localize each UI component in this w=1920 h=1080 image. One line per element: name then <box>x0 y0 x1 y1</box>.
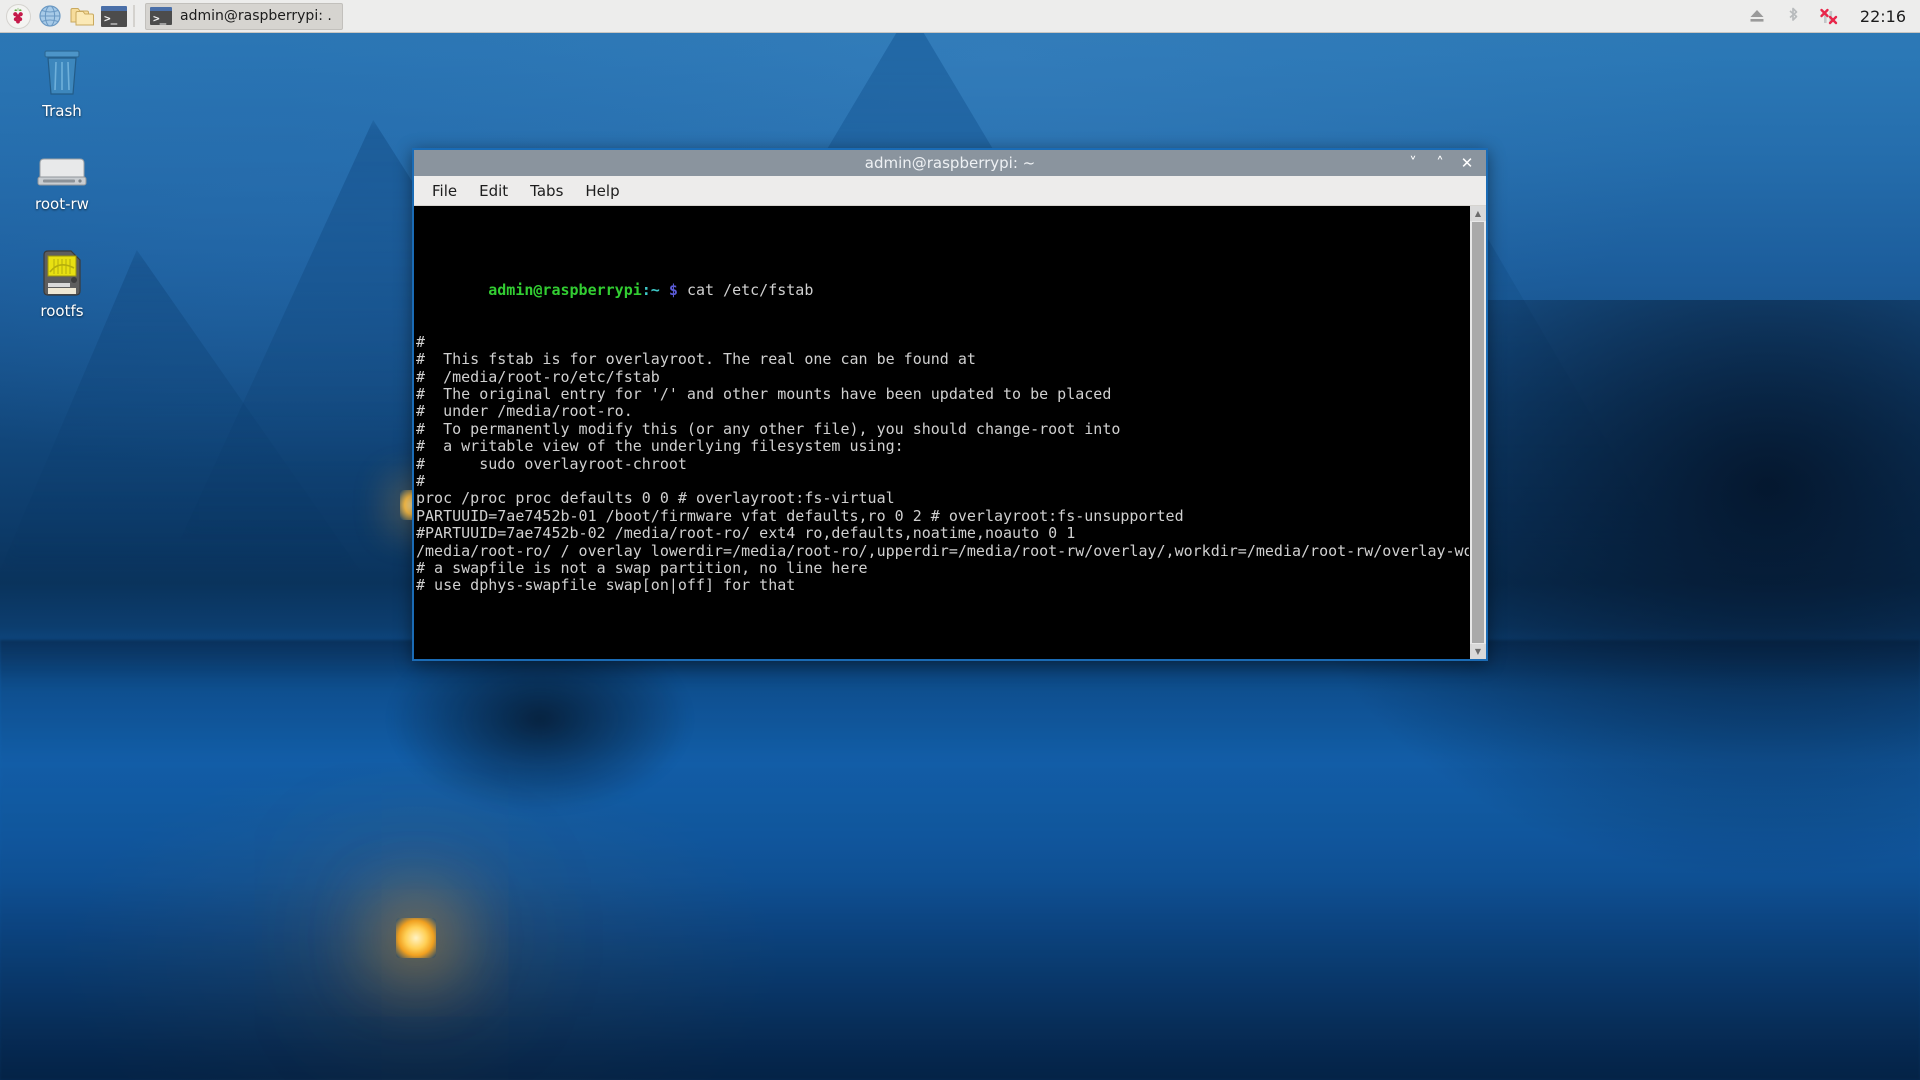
desktop-icon-label: root-rw <box>35 195 89 213</box>
taskbar-window-button[interactable]: admin@raspberrypi: . <box>145 2 343 30</box>
terminal-output-line: PARTUUID=7ae7452b-01 /boot/firmware vfat… <box>416 506 1184 525</box>
eject-icon[interactable] <box>1746 5 1768 27</box>
desktop-icon-root-rw[interactable]: root-rw <box>12 155 112 213</box>
menu-file[interactable]: File <box>422 179 467 203</box>
desktop-icon-trash[interactable]: Trash <box>12 48 112 120</box>
raspberry-icon <box>5 3 31 29</box>
close-button[interactable]: ✕ <box>1460 155 1474 171</box>
desktop-icon-label: rootfs <box>40 302 84 320</box>
maximize-button[interactable]: ˄ <box>1433 155 1447 171</box>
terminal-screen[interactable]: admin@raspberrypi:~ $ cat /etc/fstab # # … <box>414 206 1469 659</box>
terminal-output-line: # <box>416 332 426 351</box>
prompt-path: :~ <box>641 280 660 299</box>
sdcard-icon <box>41 250 83 296</box>
terminal-prompt-line-active: admin@raspberrypi:~ $ <box>416 647 1469 659</box>
terminal-output-line: # To permanently modify this (or any oth… <box>416 419 1121 438</box>
scroll-up-button[interactable]: ▲ <box>1470 206 1486 221</box>
bluetooth-icon[interactable] <box>1782 5 1804 27</box>
trash-icon <box>39 48 85 96</box>
web-browser-button[interactable] <box>35 1 65 31</box>
terminal-output-line: proc /proc proc defaults 0 0 # overlayro… <box>416 489 895 508</box>
terminal-output-line: # This fstab is for overlayroot. The rea… <box>416 350 976 369</box>
terminal-launcher-button[interactable] <box>99 1 129 31</box>
terminal-output-line: # The original entry for '/' and other m… <box>416 385 1112 403</box>
prompt-symbol: $ <box>668 280 678 299</box>
raspberry-menu-button[interactable] <box>3 1 33 31</box>
terminal-scrollbar[interactable]: ▲ ▼ <box>1469 206 1486 659</box>
minimize-button[interactable]: ˅ <box>1406 155 1420 171</box>
terminal-output-line: # sudo overlayroot-chroot <box>416 454 687 473</box>
desktop-icon-rootfs[interactable]: rootfs <box>12 250 112 320</box>
file-manager-button[interactable] <box>67 1 97 31</box>
taskbar-separator <box>133 5 135 27</box>
network-icon[interactable] <box>1818 5 1840 27</box>
terminal-output-line: # a swapfile is not a swap partition, no… <box>416 558 868 577</box>
scrollbar-thumb[interactable] <box>1472 222 1484 643</box>
lantern-light <box>396 918 436 958</box>
terminal-output-line: #PARTUUID=7ae7452b-02 /media/root-ro/ ex… <box>416 524 1076 543</box>
terminal-icon <box>150 7 172 25</box>
launcher-bar <box>0 1 129 31</box>
terminal-output-line: # a writable view of the underlying file… <box>416 437 904 456</box>
desktop-icon-label: Trash <box>42 102 82 120</box>
terminal-window[interactable]: admin@raspberrypi: ~ ˅ ˄ ✕ File Edit Tab… <box>412 148 1488 661</box>
scroll-down-button[interactable]: ▼ <box>1470 644 1486 659</box>
taskbar-window-label: admin@raspberrypi: . <box>180 8 332 24</box>
titlebar[interactable]: admin@raspberrypi: ~ ˅ ˄ ✕ <box>414 148 1486 176</box>
menu-help[interactable]: Help <box>575 179 629 203</box>
terminal-output-line: # /media/root-ro/etc/fstab <box>416 367 660 386</box>
terminal-output-line: # use dphys-swapfile swap[on|off] for th… <box>416 576 796 595</box>
terminal-output-line: # under /media/root-ro. <box>416 402 633 421</box>
drive-icon <box>36 155 88 189</box>
taskbar: admin@raspberrypi: . 22:16 <box>0 0 1920 33</box>
menu-tabs[interactable]: Tabs <box>520 179 573 203</box>
terminal-body[interactable]: admin@raspberrypi:~ $ cat /etc/fstab # # … <box>414 206 1486 659</box>
globe-icon <box>38 4 62 28</box>
system-tray: 22:16 <box>1746 5 1920 27</box>
folder-icon <box>70 6 95 27</box>
terminal-output: # # This fstab is for overlayroot. The re… <box>416 332 1469 595</box>
terminal-command: cat /etc/fstab <box>686 280 814 299</box>
window-controls: ˅ ˄ ✕ <box>1406 155 1486 171</box>
terminal-output-line: # <box>416 471 426 490</box>
prompt-user-host: admin@raspberrypi <box>488 280 642 299</box>
menubar: File Edit Tabs Help <box>414 176 1486 206</box>
boat-silhouette <box>330 620 750 950</box>
menu-edit[interactable]: Edit <box>469 179 518 203</box>
terminal-icon <box>101 5 127 27</box>
clock[interactable]: 22:16 <box>1860 7 1906 26</box>
terminal-output-line: /media/root-ro/ / overlay lowerdir=/medi… <box>416 541 1469 560</box>
window-title: admin@raspberrypi: ~ <box>864 154 1036 172</box>
terminal-prompt-line: admin@raspberrypi:~ $ cat /etc/fstab <box>416 264 1469 298</box>
